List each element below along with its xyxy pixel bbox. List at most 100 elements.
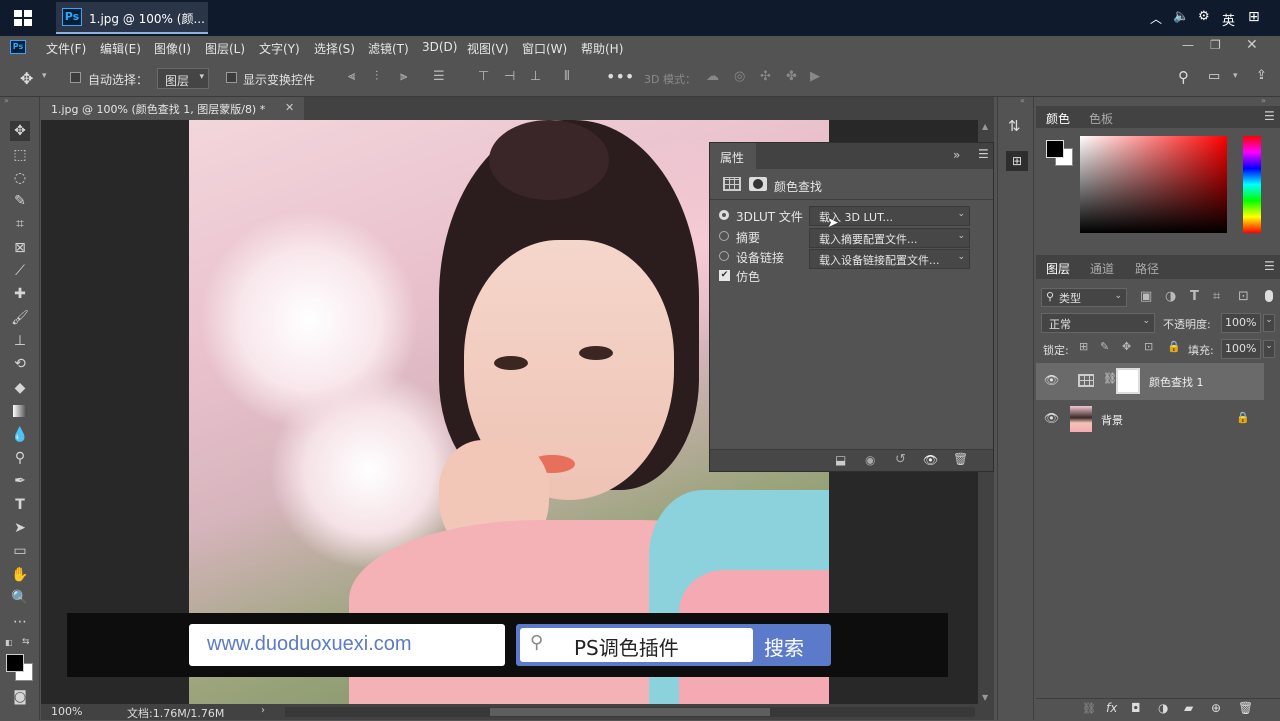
horizontal-scrollbar[interactable]: [285, 707, 975, 717]
tab-color[interactable]: 颜色: [1046, 110, 1070, 127]
close-icon[interactable]: ✕: [1246, 37, 1258, 53]
menu-layer[interactable]: 图层(L): [205, 40, 245, 57]
workspace-icon[interactable]: ▭: [1208, 69, 1220, 84]
rectangle-tool-icon[interactable]: ▭: [10, 541, 30, 561]
adjustment-grid-icon[interactable]: [723, 177, 741, 191]
crop-tool-icon[interactable]: ⌗: [10, 214, 30, 234]
swap-colors-icon[interactable]: ⇆: [22, 637, 30, 647]
chevron-right-icon[interactable]: ›: [261, 705, 265, 716]
new-adjustment-icon[interactable]: ◑: [1158, 701, 1168, 715]
search-input[interactable]: ⚲ PS调色插件: [520, 628, 753, 662]
view-previous-icon[interactable]: ◉: [865, 453, 875, 467]
reset-icon[interactable]: ↺: [895, 452, 906, 467]
properties-tab[interactable]: 属性: [710, 143, 756, 169]
3d-pan-icon[interactable]: ✣: [760, 69, 771, 84]
eyedropper-tool-icon[interactable]: ⟋: [10, 261, 30, 281]
default-colors-icon[interactable]: ◧: [5, 638, 13, 647]
menu-3d[interactable]: 3D(D): [422, 40, 457, 54]
menu-view[interactable]: 视图(V): [467, 40, 509, 57]
auto-select-dropdown[interactable]: 图层 ▾: [157, 68, 209, 89]
lasso-tool-icon[interactable]: ◌: [10, 168, 30, 188]
auto-select-checkbox[interactable]: [70, 72, 81, 83]
add-mask-icon[interactable]: ◘: [1131, 701, 1141, 715]
chevron-down-icon[interactable]: ⌄: [1263, 340, 1275, 358]
horizontal-scroll-thumb[interactable]: [490, 708, 770, 716]
lock-transparent-icon[interactable]: ⊞: [1079, 340, 1088, 353]
pen-tool-icon[interactable]: ✒: [10, 471, 30, 491]
lock-position-icon[interactable]: ✥: [1122, 340, 1131, 353]
chevron-up-icon[interactable]: ︿: [1150, 10, 1162, 27]
collapse-toolbar-icon[interactable]: »: [4, 96, 9, 105]
new-group-icon[interactable]: ▰: [1184, 701, 1193, 715]
layer-name[interactable]: 颜色查找 1: [1149, 374, 1204, 390]
url-box[interactable]: www.duoduoxuexi.com: [189, 624, 505, 666]
fx-icon[interactable]: fx: [1106, 701, 1117, 715]
visibility-eye-icon[interactable]: 👁: [1044, 373, 1059, 387]
chevron-down-icon[interactable]: ▾: [1233, 71, 1238, 81]
new-layer-icon[interactable]: ⊕: [1211, 701, 1221, 715]
layer-name[interactable]: 背景: [1101, 412, 1123, 428]
filter-toggle-icon[interactable]: [1265, 290, 1273, 302]
scroll-down-icon[interactable]: ▼: [982, 693, 988, 702]
align-right-icon[interactable]: ⫸: [400, 69, 407, 84]
radio-abstract-icon[interactable]: [719, 231, 729, 241]
hand-tool-icon[interactable]: ✋: [10, 565, 30, 585]
volume-icon[interactable]: 🔈: [1173, 9, 1189, 24]
quick-select-tool-icon[interactable]: ✎: [10, 191, 30, 211]
3d-roll-icon[interactable]: ◎: [734, 69, 745, 84]
radio-device-link-icon[interactable]: [719, 251, 729, 261]
align-left-icon[interactable]: ⫷: [348, 69, 355, 84]
lock-pixels-icon[interactable]: ✎: [1100, 340, 1109, 353]
opacity-input[interactable]: 100%: [1221, 313, 1261, 333]
taskbar-app-button[interactable]: Ps 1.jpg @ 100% (颜...: [56, 2, 208, 34]
type-tool-icon[interactable]: T: [10, 495, 30, 515]
path-select-tool-icon[interactable]: ➤: [10, 518, 30, 538]
move-tool-icon[interactable]: ✥: [20, 69, 33, 88]
align-bottom-icon[interactable]: ⊥: [530, 69, 541, 84]
history-brush-icon[interactable]: ⟲: [10, 354, 30, 374]
blend-mode-dropdown[interactable]: 正常 ⌄: [1041, 313, 1155, 333]
3d-orbit-icon[interactable]: ☁: [706, 69, 719, 84]
panel-menu-icon[interactable]: ☰: [1264, 109, 1275, 123]
layer-row[interactable]: 👁 ⛓ 颜色查找 1: [1036, 363, 1264, 400]
document-tab[interactable]: 1.jpg @ 100% (颜色查找 1, 图层蒙版/8) * ✕: [41, 97, 304, 120]
more-tools-icon[interactable]: ⋯: [10, 612, 30, 632]
layer-mask-thumbnail[interactable]: [1116, 368, 1140, 394]
filter-type-icon[interactable]: T: [1190, 289, 1199, 304]
menu-help[interactable]: 帮助(H): [581, 40, 623, 57]
more-options-icon[interactable]: •••: [606, 67, 634, 86]
ime-language-indicator[interactable]: 英: [1222, 10, 1235, 29]
search-icon[interactable]: ⚲: [1178, 68, 1189, 86]
color-picker-field[interactable]: [1080, 136, 1227, 233]
marquee-tool-icon[interactable]: ⬚: [10, 145, 30, 165]
ime-settings-icon[interactable]: ⚙: [1198, 9, 1210, 24]
adjust-panel-icon[interactable]: ⇅: [1008, 117, 1021, 135]
fill-input[interactable]: 100%: [1221, 339, 1261, 359]
zoom-tool-icon[interactable]: 🔍: [10, 588, 30, 608]
clip-to-layer-icon[interactable]: ⬓: [835, 453, 846, 467]
panel-menu-icon[interactable]: ☰: [1264, 259, 1275, 273]
chevron-down-icon[interactable]: ▾: [42, 71, 47, 81]
collapse-right-icon[interactable]: »: [1261, 96, 1266, 105]
menu-file[interactable]: 文件(F): [46, 40, 86, 57]
move-tool-icon[interactable]: ✥: [10, 121, 30, 141]
menu-image[interactable]: 图像(I): [154, 40, 191, 57]
menu-filter[interactable]: 滤镜(T): [368, 40, 409, 57]
eraser-tool-icon[interactable]: ◆: [10, 378, 30, 398]
abstract-dropdown[interactable]: 载入摘要配置文件... ⌄: [809, 228, 970, 248]
menu-select[interactable]: 选择(S): [314, 40, 355, 57]
hue-slider[interactable]: [1243, 136, 1261, 233]
distribute-vertical-icon[interactable]: ⦀: [564, 69, 570, 84]
menu-window[interactable]: 窗口(W): [522, 40, 567, 57]
link-layers-icon[interactable]: ⛓: [1082, 702, 1096, 715]
tab-channels[interactable]: 通道: [1090, 260, 1114, 277]
trash-icon[interactable]: 🗑: [953, 452, 968, 466]
share-icon[interactable]: ⇪: [1256, 68, 1267, 83]
zoom-level[interactable]: 100%: [51, 705, 82, 718]
filter-adjustment-icon[interactable]: ◑: [1165, 289, 1176, 304]
filter-pixel-icon[interactable]: ▣: [1140, 289, 1152, 304]
show-transform-checkbox[interactable]: [226, 72, 237, 83]
trash-icon[interactable]: 🗑: [1238, 701, 1253, 715]
visibility-eye-icon[interactable]: 👁: [1044, 411, 1059, 425]
tab-layers[interactable]: 图层: [1046, 260, 1070, 277]
